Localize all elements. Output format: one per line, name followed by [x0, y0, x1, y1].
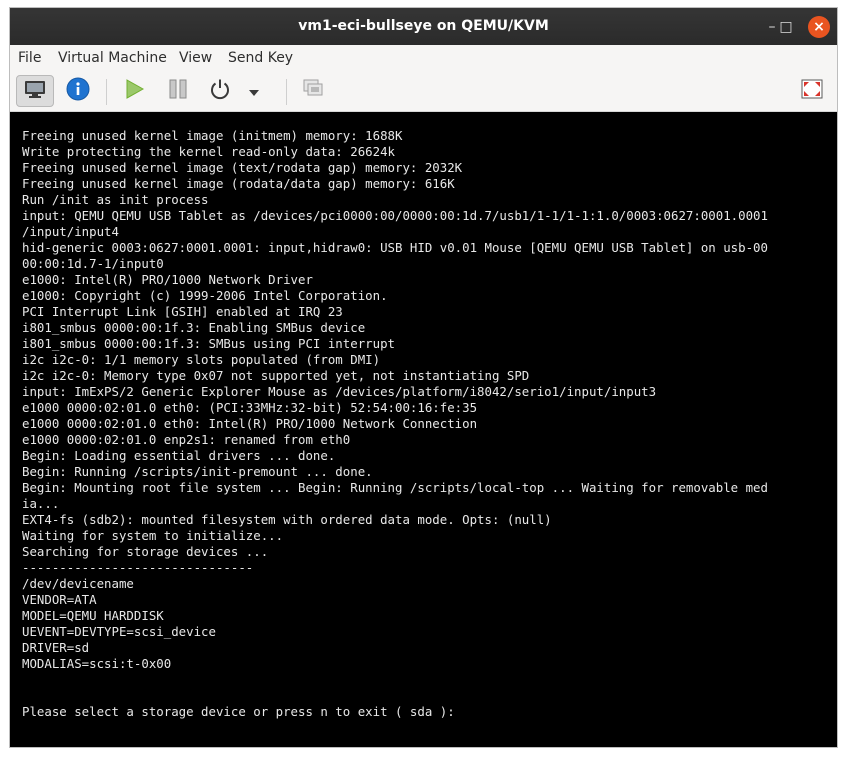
power-icon: [208, 77, 232, 105]
console-line: 00:00:1d.7-1/input0: [22, 256, 164, 271]
details-button[interactable]: [60, 75, 96, 107]
dropdown-arrow-icon: [248, 82, 260, 101]
console-line: MODALIAS=scsi:t-0x00: [22, 656, 172, 671]
console-line: Freeing unused kernel image (initmem) me…: [22, 128, 403, 143]
console-line: e1000 0000:02:01.0 eth0: (PCI:33MHz:32-b…: [22, 400, 478, 415]
console-line: e1000: Intel(R) PRO/1000 Network Driver: [22, 272, 313, 287]
console-line: DRIVER=sd: [22, 640, 90, 655]
run-button[interactable]: [116, 75, 152, 107]
console-line: i801_smbus 0000:00:1f.3: Enabling SMBus …: [22, 320, 366, 335]
console-line: MODEL=QEMU HARDDISK: [22, 608, 164, 623]
console-line: ia...: [22, 496, 60, 511]
snapshots-icon: [302, 78, 326, 104]
console-line: i2c i2c-0: Memory type 0x07 not supporte…: [22, 368, 530, 383]
show-console-button[interactable]: [16, 75, 54, 107]
console-line: e1000 0000:02:01.0 eth0: Intel(R) PRO/10…: [22, 416, 478, 431]
shutdown-menu-button[interactable]: [242, 75, 266, 107]
console-line: i2c i2c-0: 1/1 memory slots populated (f…: [22, 352, 381, 367]
console-line: UEVENT=DEVTYPE=scsi_device: [22, 624, 216, 639]
console-line: -------------------------------: [22, 560, 254, 575]
console-line: /input/input4: [22, 224, 119, 239]
fullscreen-icon: [801, 79, 823, 103]
console-line: Freeing unused kernel image (text/rodata…: [22, 160, 463, 175]
console-line: Begin: Running /scripts/init-premount ..…: [22, 464, 373, 479]
console-line: hid-generic 0003:0627:0001.0001: input,h…: [22, 240, 768, 255]
console-line: i801_smbus 0000:00:1f.3: SMBus using PCI…: [22, 336, 395, 351]
title-bar[interactable]: vm1-eci-bullseye on QEMU/KVM – □ ×: [10, 8, 837, 45]
console-line: Begin: Loading essential drivers ... don…: [22, 448, 336, 463]
toolbar-separator: [286, 79, 287, 105]
console-line: input: ImExPS/2 Generic Explorer Mouse a…: [22, 384, 657, 399]
menu-bar: File Virtual Machine View Send Key: [10, 45, 837, 71]
menu-file[interactable]: File: [18, 45, 41, 71]
console-line: EXT4-fs (sdb2): mounted filesystem with …: [22, 512, 552, 527]
menu-virtual-machine[interactable]: Virtual Machine: [58, 45, 167, 71]
shutdown-button[interactable]: [202, 75, 238, 107]
pause-button[interactable]: [160, 75, 196, 107]
console-line: Run /init as init process: [22, 192, 209, 207]
pause-icon: [167, 78, 189, 104]
console-line: Waiting for system to initialize...: [22, 528, 284, 543]
menu-send-key[interactable]: Send Key: [228, 45, 293, 71]
maximize-button[interactable]: □: [775, 16, 797, 38]
vm-console[interactable]: Freeing unused kernel image (initmem) me…: [10, 112, 837, 747]
fullscreen-button[interactable]: [794, 75, 830, 107]
toolbar: [10, 71, 837, 112]
info-icon: [66, 77, 90, 105]
vm-viewer-window: vm1-eci-bullseye on QEMU/KVM – □ × File …: [9, 7, 838, 748]
console-line: Begin: Mounting root file system ... Beg…: [22, 480, 768, 495]
window-title: vm1-eci-bullseye on QEMU/KVM: [298, 18, 549, 34]
console-line: input: QEMU QEMU USB Tablet as /devices/…: [22, 208, 768, 223]
play-icon: [123, 78, 145, 104]
console-line: Searching for storage devices ...: [22, 544, 269, 559]
console-line: PCI Interrupt Link [GSIH] enabled at IRQ…: [22, 304, 343, 319]
console-output: Freeing unused kernel image (initmem) me…: [22, 128, 768, 720]
console-line: Freeing unused kernel image (rodata/data…: [22, 176, 455, 191]
snapshots-button[interactable]: [296, 75, 332, 107]
console-line: Write protecting the kernel read-only da…: [22, 144, 395, 159]
menu-view[interactable]: View: [179, 45, 212, 71]
close-button[interactable]: ×: [808, 16, 830, 38]
console-line: e1000: Copyright (c) 1999-2006 Intel Cor…: [22, 288, 388, 303]
toolbar-separator: [106, 79, 107, 105]
console-line: /dev/devicename: [22, 576, 134, 591]
monitor-icon: [24, 79, 46, 103]
console-line: e1000 0000:02:01.0 enp2s1: renamed from …: [22, 432, 351, 447]
console-line: VENDOR=ATA: [22, 592, 97, 607]
console-line: Please select a storage device or press …: [22, 704, 455, 719]
